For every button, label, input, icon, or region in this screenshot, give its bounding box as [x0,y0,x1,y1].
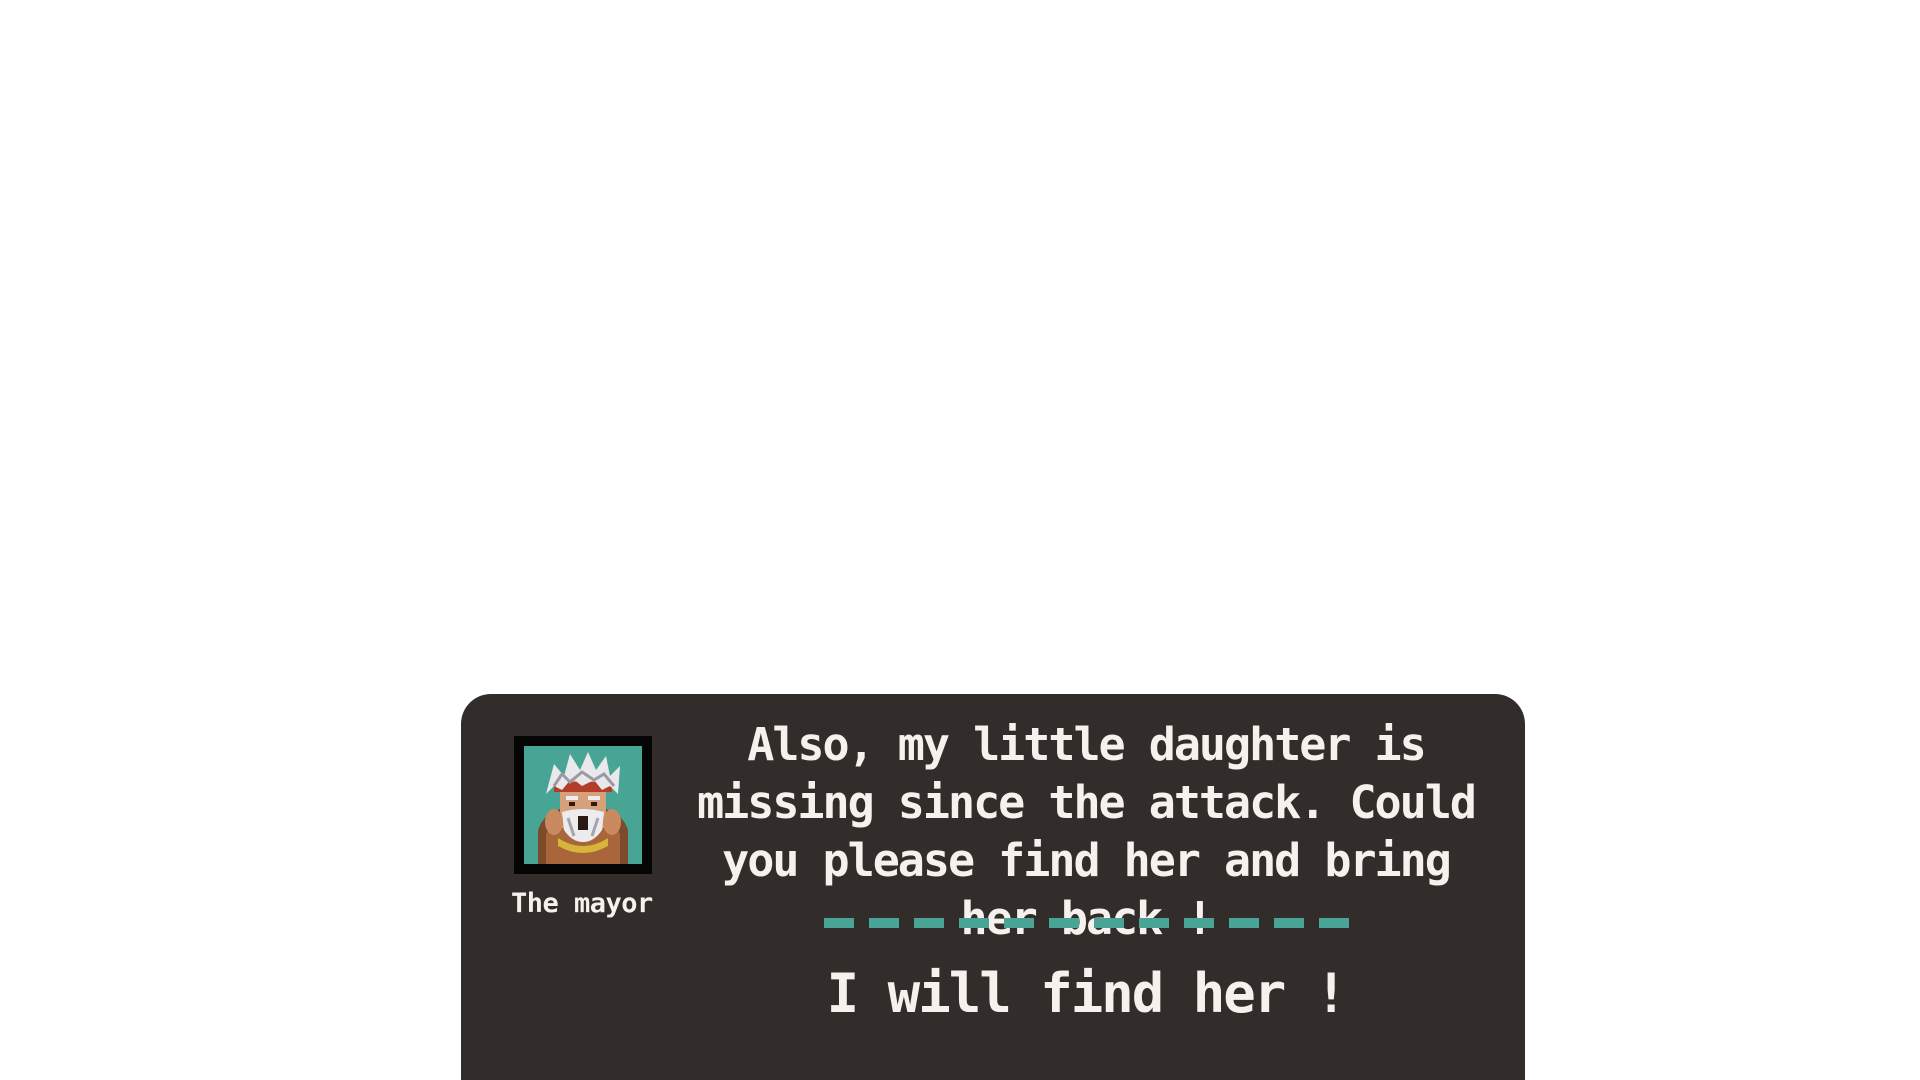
divider-segment [1139,918,1169,928]
divider-segment [1004,918,1034,928]
divider-segment [1319,918,1349,928]
dialog-box: The mayor Also, my little daughter is mi… [461,694,1525,1080]
divider-segment [824,918,854,928]
game-screen: The mayor Also, my little daughter is mi… [0,0,1920,1080]
divider-segment [1094,918,1124,928]
divider-segment [1184,918,1214,928]
divider-segment [1049,918,1079,928]
mayor-portrait-icon [524,746,642,864]
divider-segment [914,918,944,928]
divider-segment [869,918,899,928]
divider-segment [1274,918,1304,928]
dialog-message: Also, my little daughter is missing sinc… [697,718,1477,945]
speaker-portrait-frame [514,736,652,874]
speaker-name: The mayor [511,888,653,919]
dialog-divider [824,918,1354,928]
divider-segment [959,918,989,928]
choice-option[interactable]: I will find her ! [683,962,1489,1026]
divider-segment [1229,918,1259,928]
